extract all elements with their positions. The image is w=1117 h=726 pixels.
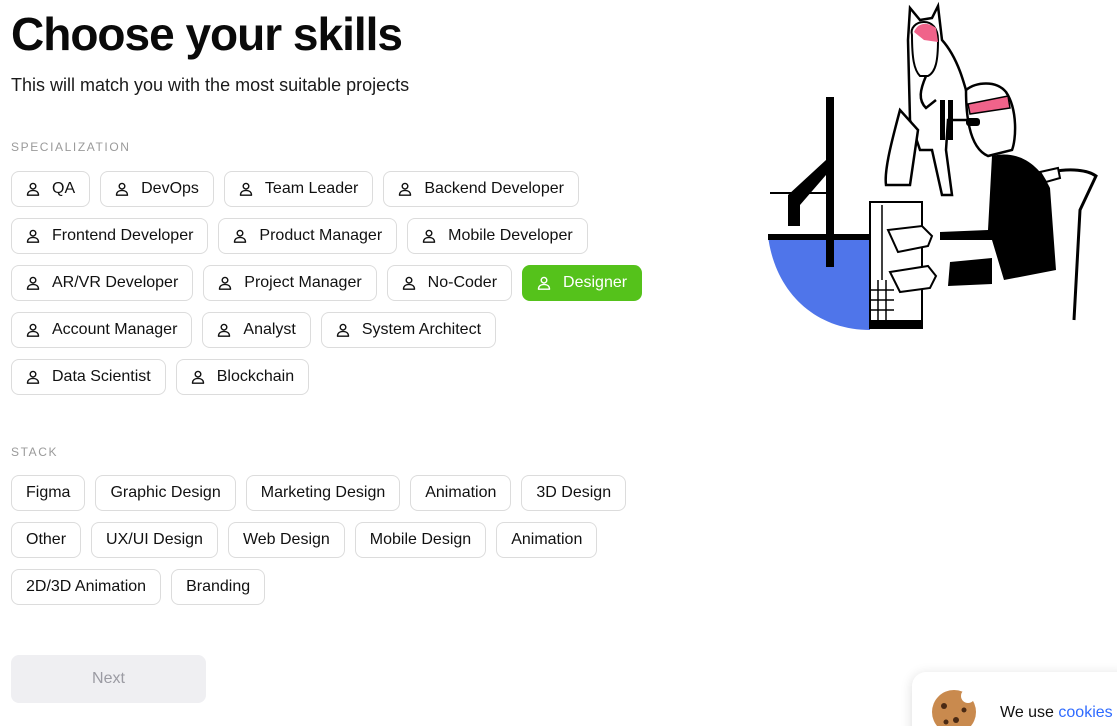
chip-label: Analyst: [243, 321, 296, 338]
chip-label: Account Manager: [52, 321, 178, 338]
person-icon: [115, 182, 129, 196]
person-icon: [239, 182, 253, 196]
chip-label: Data Scientist: [52, 368, 151, 385]
cookies-link[interactable]: cookies: [1058, 704, 1112, 721]
chip-label: Other: [26, 531, 67, 548]
stack-list: Figma Graphic Design Marketing Design Anima…: [11, 475, 631, 605]
specialization-chip-frontend-developer[interactable]: Frontend Developer: [11, 218, 209, 254]
chip-label: Figma: [26, 484, 71, 501]
stack-chip-marketing-design[interactable]: Marketing Design: [245, 475, 401, 511]
specialization-chip-mobile-developer[interactable]: Mobile Developer: [407, 218, 588, 254]
chip-label: Project Manager: [244, 274, 362, 291]
specialization-label: SPECIALIZATION: [11, 140, 131, 154]
next-button[interactable]: Next: [11, 655, 206, 703]
specialization-list: QA DevOps Team Leader Backend Developer Fron…: [11, 171, 651, 395]
developers-illustration: [768, 1, 1098, 330]
cookie-text: We use cookies: [1000, 704, 1113, 721]
chip-label: AR/VR Developer: [52, 274, 179, 291]
specialization-chip-project-manager[interactable]: Project Manager: [203, 265, 377, 301]
specialization-chip-devops[interactable]: DevOps: [100, 171, 214, 207]
chip-label: Web Design: [242, 531, 330, 548]
chip-label: No-Coder: [427, 274, 498, 291]
cookie-icon: [932, 689, 976, 726]
chip-label: Marketing Design: [260, 484, 386, 501]
chip-label: Graphic Design: [110, 484, 221, 501]
specialization-chip-product-manager[interactable]: Product Manager: [218, 218, 398, 254]
stack-chip-animation[interactable]: Animation: [410, 475, 512, 511]
chip-label: Frontend Developer: [52, 227, 194, 244]
chip-label: 3D Design: [536, 484, 612, 501]
stack-chip-2d-3d-animation[interactable]: 2D/3D Animation: [11, 569, 162, 605]
page-subtitle: This will match you with the most suitab…: [11, 75, 410, 95]
specialization-chip-designer[interactable]: Designer: [522, 265, 643, 301]
cookie-banner: We use cookies: [912, 672, 1117, 726]
specialization-chip-analyst[interactable]: Analyst: [202, 312, 311, 348]
chip-label: Team Leader: [264, 180, 359, 197]
specialization-chip-backend-developer[interactable]: Backend Developer: [383, 171, 579, 207]
chip-label: Mobile Developer: [448, 227, 573, 244]
person-icon: [26, 276, 40, 290]
person-icon: [537, 276, 551, 290]
person-icon: [26, 229, 40, 243]
stack-chip-ux-ui-design[interactable]: UX/UI Design: [91, 522, 218, 558]
chip-label: System Architect: [361, 321, 482, 338]
specialization-chip-no-coder[interactable]: No-Coder: [386, 265, 513, 301]
stack-chip-graphic-design[interactable]: Graphic Design: [95, 475, 236, 511]
specialization-chip-system-architect[interactable]: System Architect: [320, 312, 497, 348]
chip-label: QA: [52, 180, 76, 197]
stack-chip-figma[interactable]: Figma: [11, 475, 86, 511]
specialization-chip-qa[interactable]: QA: [11, 171, 91, 207]
page-title: Choose your skills: [11, 8, 403, 60]
person-icon: [233, 229, 247, 243]
chip-label: Blockchain: [216, 368, 295, 385]
specialization-chip-account-manager[interactable]: Account Manager: [11, 312, 193, 348]
chip-label: Mobile Design: [369, 531, 472, 548]
stack-chip-branding[interactable]: Branding: [171, 569, 266, 605]
chip-label: Animation: [511, 531, 583, 548]
person-icon: [422, 229, 436, 243]
chip-label: Designer: [563, 274, 628, 291]
person-icon: [26, 323, 40, 337]
stack-chip-other[interactable]: Other: [11, 522, 82, 558]
specialization-chip-blockchain[interactable]: Blockchain: [175, 359, 310, 395]
person-icon: [402, 276, 416, 290]
chip-label: Backend Developer: [424, 180, 564, 197]
chip-label: UX/UI Design: [106, 531, 203, 548]
chip-label: Animation: [425, 484, 497, 501]
chip-label: 2D/3D Animation: [26, 578, 147, 595]
stack-chip-3d-design[interactable]: 3D Design: [521, 475, 627, 511]
specialization-chip-ar-vr-developer[interactable]: AR/VR Developer: [11, 265, 194, 301]
chip-label: DevOps: [141, 180, 199, 197]
chip-label: Product Manager: [259, 227, 383, 244]
person-icon: [191, 370, 205, 384]
person-icon: [336, 323, 350, 337]
person-icon: [26, 182, 40, 196]
person-icon: [218, 276, 232, 290]
person-icon: [217, 323, 231, 337]
stack-chip-animation[interactable]: Animation: [496, 522, 598, 558]
person-icon: [26, 370, 40, 384]
specialization-chip-team-leader[interactable]: Team Leader: [223, 171, 374, 207]
chip-label: Branding: [186, 578, 251, 595]
stack-chip-mobile-design[interactable]: Mobile Design: [354, 522, 487, 558]
stack-chip-web-design[interactable]: Web Design: [227, 522, 345, 558]
person-icon: [398, 182, 412, 196]
specialization-chip-data-scientist[interactable]: Data Scientist: [11, 359, 166, 395]
stack-label: STACK: [11, 445, 59, 459]
